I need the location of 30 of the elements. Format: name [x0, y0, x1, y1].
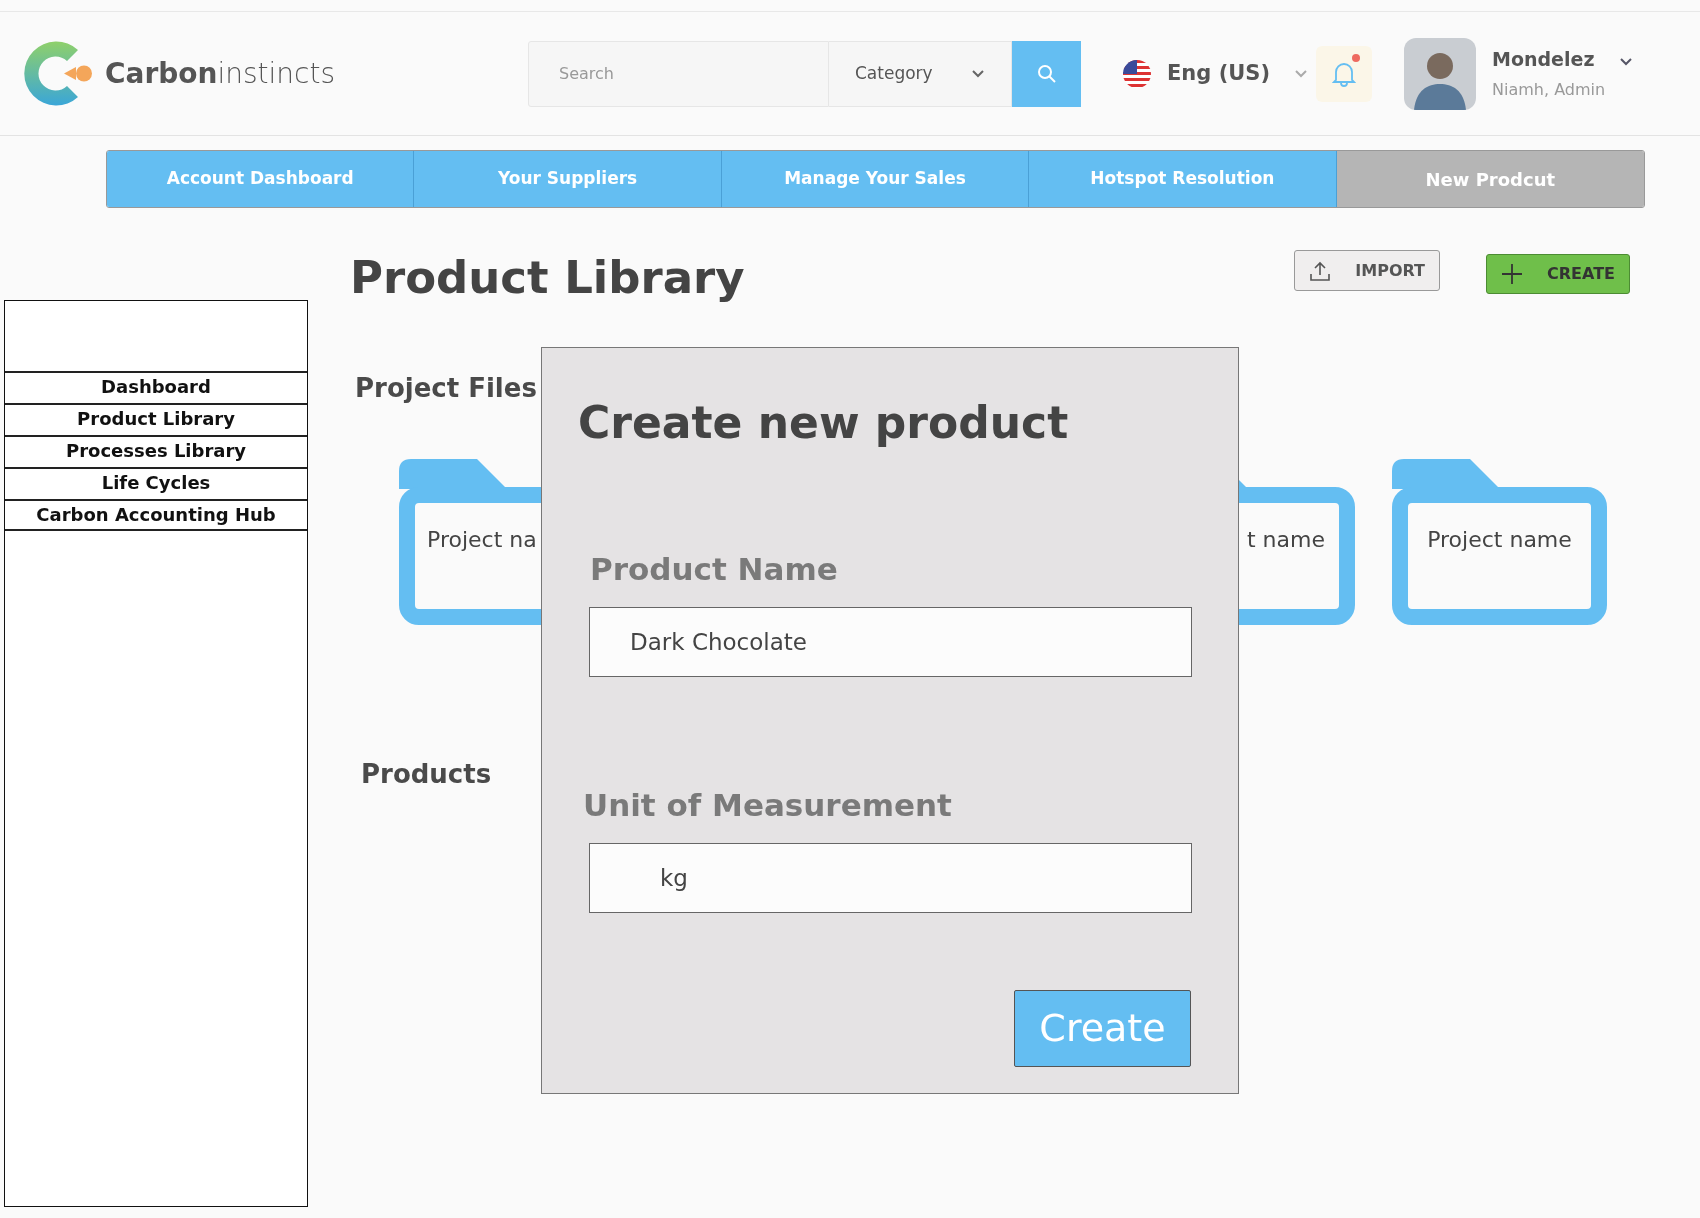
- search-icon: [1036, 64, 1057, 84]
- section-title: Project Files: [355, 372, 537, 405]
- create-button[interactable]: CREATE: [1486, 254, 1630, 294]
- search-field[interactable]: Search: [528, 40, 829, 107]
- field-label: Product Name: [590, 550, 838, 589]
- category-dropdown[interactable]: Category: [829, 40, 1012, 107]
- sidebar-item[interactable]: Product Library: [5, 403, 307, 435]
- sidebar-item[interactable]: Life Cycles: [5, 467, 307, 499]
- language-label[interactable]: Eng (US): [1167, 57, 1270, 90]
- modal-title: Create new product: [578, 396, 1070, 450]
- user-role: Niamh, Admin: [1492, 78, 1606, 101]
- field-label: Unit of Measurement: [583, 785, 952, 825]
- upload-icon: [1309, 259, 1332, 282]
- sidebar-item[interactable]: Carbon Accounting Hub: [5, 499, 307, 531]
- input-field[interactable]: kg: [589, 843, 1192, 913]
- caret-icon[interactable]: [1619, 57, 1634, 66]
- section-title: Products: [361, 758, 492, 791]
- avatar[interactable]: [1404, 37, 1476, 110]
- sidebar-item[interactable]: Processes Library: [5, 435, 307, 467]
- user-name: Mondelez: [1492, 47, 1596, 73]
- plus-icon: [1501, 263, 1523, 285]
- input-field[interactable]: Dark Chocolate: [589, 606, 1192, 677]
- flag-icon: [1123, 59, 1151, 88]
- bell-icon: [1332, 60, 1356, 87]
- caret-icon: [1294, 69, 1308, 78]
- caret-icon: [971, 69, 985, 78]
- sidebar-item[interactable]: Dashboard: [5, 371, 307, 403]
- page-title: Product Library: [350, 251, 745, 305]
- logo-text: Carboninstincts: [105, 55, 336, 92]
- import-button[interactable]: IMPORT: [1294, 250, 1440, 291]
